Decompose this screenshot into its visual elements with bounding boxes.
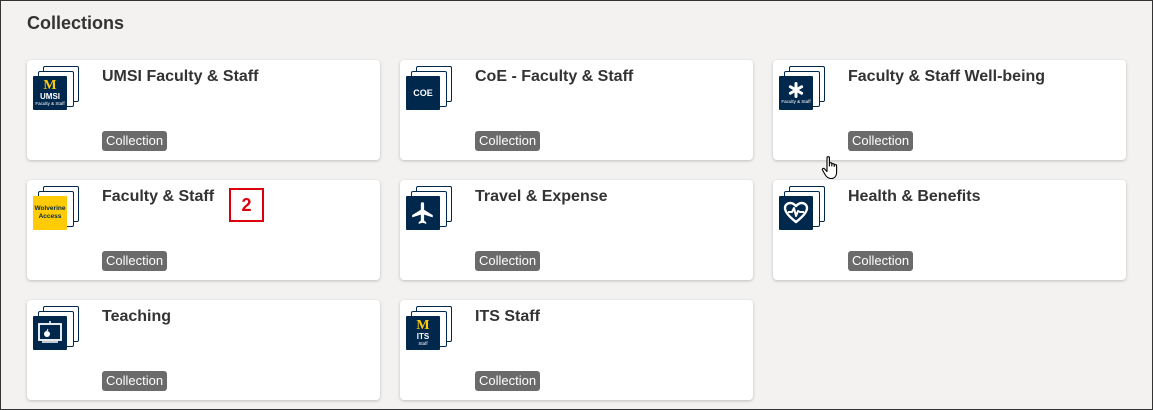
step-number-annotation: 2 [229,188,264,222]
collection-card-health-benefits[interactable]: Health & Benefits Collection [773,180,1126,280]
card-title: CoE - Faculty & Staff [475,68,634,85]
asterisk-flower-icon [788,82,804,98]
coe-logo-icon: COE [406,76,440,110]
collection-badge: Collection [102,131,168,151]
collection-stack-icon: COE [406,66,452,116]
hand-pointer-cursor-icon [821,156,838,180]
collection-card-umsi-faculty-staff[interactable]: M UMSI Faculty & Staff UMSI Faculty & St… [27,60,380,160]
collection-badge: Collection [475,251,541,271]
wellbeing-logo-icon: Faculty & Staff [779,76,813,110]
collection-card-coe-faculty-staff[interactable]: COE CoE - Faculty & Staff Collection [400,60,753,160]
collection-stack-icon: M UMSI Faculty & Staff [33,66,79,116]
collection-badge: Collection [475,131,541,151]
collection-card-travel-expense[interactable]: Travel & Expense Collection [400,180,753,280]
card-title: Travel & Expense [475,188,608,205]
collection-stack-icon [779,186,825,236]
section-heading: Collections [27,13,125,33]
collection-card-its-staff[interactable]: M ITS Staff ITS Staff Collection [400,300,753,400]
collection-stack-icon [406,186,452,236]
collection-card-teaching[interactable]: Teaching Collection [27,300,380,400]
collection-badge: Collection [848,131,914,151]
wolverine-access-logo-icon: Wolverine Access [33,196,67,230]
collection-stack-icon [33,306,79,356]
heart-pulse-icon [779,196,813,230]
collection-card-faculty-staff[interactable]: Wolverine Access Faculty & Staff Collect… [27,180,380,280]
card-title: Health & Benefits [848,188,981,205]
collection-badge: Collection [475,371,541,391]
collection-stack-icon: M ITS Staff [406,306,452,356]
collection-badge: Collection [848,251,914,271]
chalkboard-apple-icon [33,316,67,350]
collection-badge: Collection [102,371,168,391]
card-title: Faculty & Staff Well-being [848,68,1046,85]
collection-badge: Collection [102,251,168,271]
umsi-logo-icon: M UMSI Faculty & Staff [33,76,67,110]
airplane-icon [406,196,440,230]
card-title: Teaching [102,308,172,325]
card-title: ITS Staff [475,308,540,325]
card-title: UMSI Faculty & Staff [102,68,259,85]
card-title: Faculty & Staff [102,188,215,205]
collection-stack-icon: Wolverine Access [33,186,79,236]
its-logo-icon: M ITS Staff [406,316,440,350]
collection-card-faculty-staff-well-being[interactable]: Faculty & Staff Faculty & Staff Well-bei… [773,60,1126,160]
collections-panel: Collections M UMSI Faculty & Staff UMSI … [0,0,1153,410]
collection-stack-icon: Faculty & Staff [779,66,825,116]
